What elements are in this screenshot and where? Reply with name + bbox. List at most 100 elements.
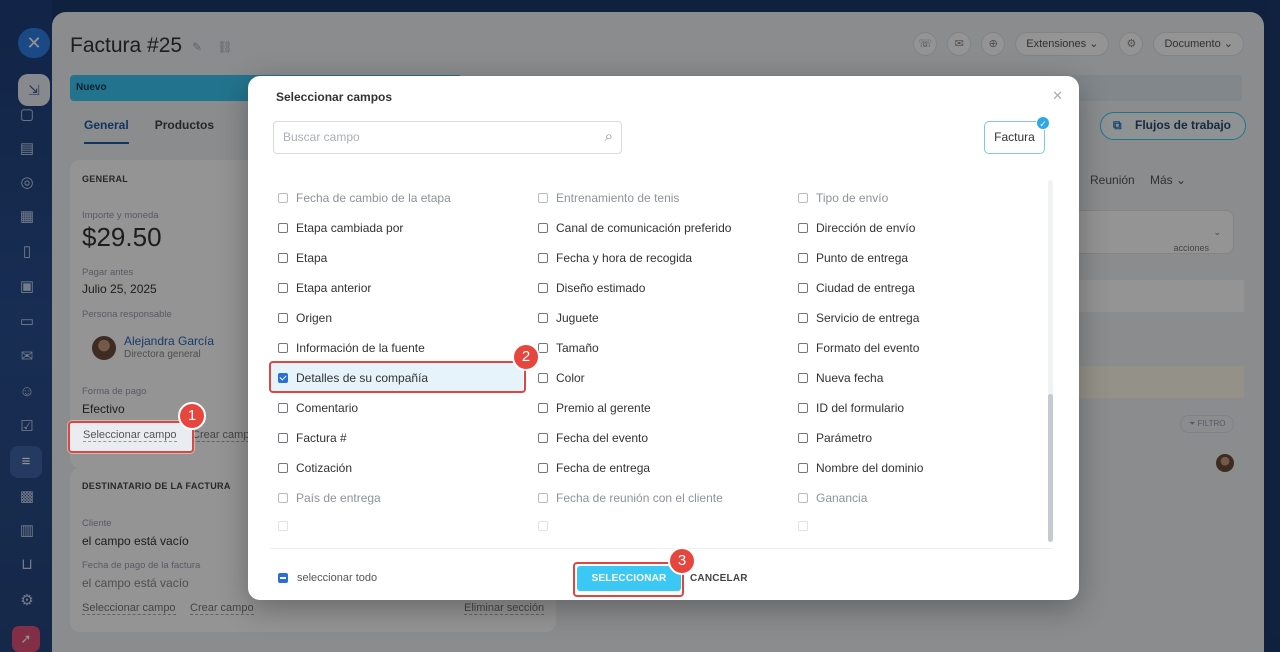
field-option[interactable]: Información de la fuente [278, 341, 425, 355]
field-checkbox[interactable] [278, 493, 288, 503]
field-option[interactable]: Servicio de entrega [798, 311, 919, 325]
field-checkbox[interactable] [278, 253, 288, 263]
field-label: Tamaño [556, 341, 599, 355]
field-checkbox[interactable] [798, 193, 808, 203]
field-checkbox[interactable] [798, 343, 808, 353]
field-checkbox[interactable] [798, 493, 808, 503]
field-checkbox[interactable] [538, 253, 548, 263]
field-checkbox[interactable] [538, 463, 548, 473]
field-option[interactable]: Juguete [538, 311, 599, 325]
field-option-partial [278, 521, 296, 531]
field-label: Entrenamiento de tenis [556, 191, 680, 205]
callout-badge-3: 3 [668, 547, 696, 575]
field-option[interactable]: Etapa anterior [278, 281, 371, 295]
select-all-checkbox[interactable]: seleccionar todo [278, 572, 377, 584]
highlight-select-button [573, 562, 684, 597]
field-checkbox[interactable] [798, 463, 808, 473]
field-checkbox[interactable] [798, 253, 808, 263]
field-row: Factura # Fecha del evento Parámetro [270, 416, 1050, 446]
field-label: Nueva fecha [816, 371, 884, 385]
field-option[interactable]: Etapa cambiada por [278, 221, 403, 235]
field-checkbox[interactable] [278, 223, 288, 233]
field-option[interactable]: Nueva fecha [798, 371, 883, 385]
field-option[interactable]: Fecha de reunión con el cliente [538, 491, 723, 505]
field-checkbox[interactable] [798, 433, 808, 443]
field-option[interactable]: Entrenamiento de tenis [538, 191, 679, 205]
modal-title: Seleccionar campos [276, 90, 393, 104]
field-checkbox[interactable] [538, 283, 548, 293]
field-option[interactable]: Ciudad de entrega [798, 281, 915, 295]
field-label: Comentario [296, 401, 359, 415]
field-row: Cotización Fecha de entrega Nombre del dom… [270, 446, 1050, 476]
field-option[interactable]: Diseño estimado [538, 281, 645, 295]
field-row: País de entrega Fecha de reunión con el c… [270, 476, 1050, 506]
field-option[interactable]: Etapa [278, 251, 327, 265]
scrollbar-thumb[interactable] [1048, 394, 1053, 542]
field-checkbox[interactable] [538, 433, 548, 443]
field-label: Cotización [296, 461, 353, 475]
field-option[interactable]: Nombre del dominio [798, 461, 923, 475]
field-label: Diseño estimado [556, 281, 646, 295]
field-option[interactable]: Fecha de cambio de la etapa [278, 191, 451, 205]
field-checkbox[interactable] [538, 223, 548, 233]
field-option[interactable]: Comentario [278, 401, 358, 415]
field-checkbox[interactable] [798, 223, 808, 233]
field-checkbox[interactable] [278, 463, 288, 473]
field-checkbox[interactable] [538, 403, 548, 413]
field-option[interactable]: ID del formulario [798, 401, 904, 415]
field-checkbox[interactable] [278, 343, 288, 353]
field-checkbox [798, 521, 808, 531]
search-input[interactable] [283, 130, 583, 144]
field-label: Formato del evento [816, 341, 920, 355]
entity-tag-invoice[interactable]: Factura ✓ [984, 116, 1050, 154]
field-label: Tipo de envío [816, 191, 889, 205]
select-field-link-highlighted[interactable]: Seleccionar campo [83, 429, 177, 442]
field-checkbox[interactable] [538, 373, 548, 383]
field-option[interactable]: País de entrega [278, 491, 381, 505]
field-checkbox[interactable] [798, 283, 808, 293]
field-checkbox[interactable] [278, 433, 288, 443]
field-checkbox [538, 521, 548, 531]
field-label: Fecha de entrega [556, 461, 651, 475]
field-checkbox[interactable] [538, 313, 548, 323]
field-option[interactable]: Ganancia [798, 491, 867, 505]
field-option[interactable]: Parámetro [798, 431, 872, 445]
field-option[interactable]: Premio al gerente [538, 401, 651, 415]
field-option[interactable]: Color [538, 371, 585, 385]
field-label: ID del formulario [816, 401, 905, 415]
field-checkbox[interactable] [538, 343, 548, 353]
field-checkbox[interactable] [538, 493, 548, 503]
field-option[interactable]: Formato del evento [798, 341, 919, 355]
field-row: Fecha de cambio de la etapa Entrenamiento… [270, 176, 1050, 206]
field-option-partial [538, 521, 556, 531]
scrollbar[interactable] [1048, 180, 1053, 542]
close-icon[interactable]: ✕ [1052, 88, 1063, 104]
field-option[interactable]: Tamaño [538, 341, 599, 355]
field-checkbox[interactable] [798, 313, 808, 323]
field-option[interactable]: Dirección de envío [798, 221, 915, 235]
field-option[interactable]: Origen [278, 311, 332, 325]
field-option[interactable]: Canal de comunicación preferido [538, 221, 731, 235]
field-option[interactable]: Fecha del evento [538, 431, 648, 445]
field-checkbox[interactable] [538, 193, 548, 203]
field-option[interactable]: Fecha de entrega [538, 461, 650, 475]
cancel-button[interactable]: CANCELAR [690, 566, 748, 591]
field-option[interactable]: Fecha y hora de recogida [538, 251, 692, 265]
select-all-label: seleccionar todo [297, 572, 378, 584]
field-checkbox[interactable] [278, 283, 288, 293]
field-checkbox [278, 521, 288, 531]
field-checkbox[interactable] [278, 403, 288, 413]
field-option[interactable]: Punto de entrega [798, 251, 908, 265]
field-option[interactable]: Cotización [278, 461, 352, 475]
field-checkbox[interactable] [798, 403, 808, 413]
select-all-box[interactable] [278, 573, 288, 583]
field-checkbox[interactable] [278, 313, 288, 323]
search-field[interactable]: ⌕ [273, 121, 622, 154]
field-label: Ganancia [816, 491, 868, 505]
fields-list: Fecha de cambio de la etapa Entrenamiento… [270, 176, 1050, 544]
footer-divider [270, 548, 1053, 549]
field-checkbox[interactable] [798, 373, 808, 383]
field-checkbox[interactable] [278, 193, 288, 203]
field-option[interactable]: Factura # [278, 431, 347, 445]
field-option[interactable]: Tipo de envío [798, 191, 888, 205]
